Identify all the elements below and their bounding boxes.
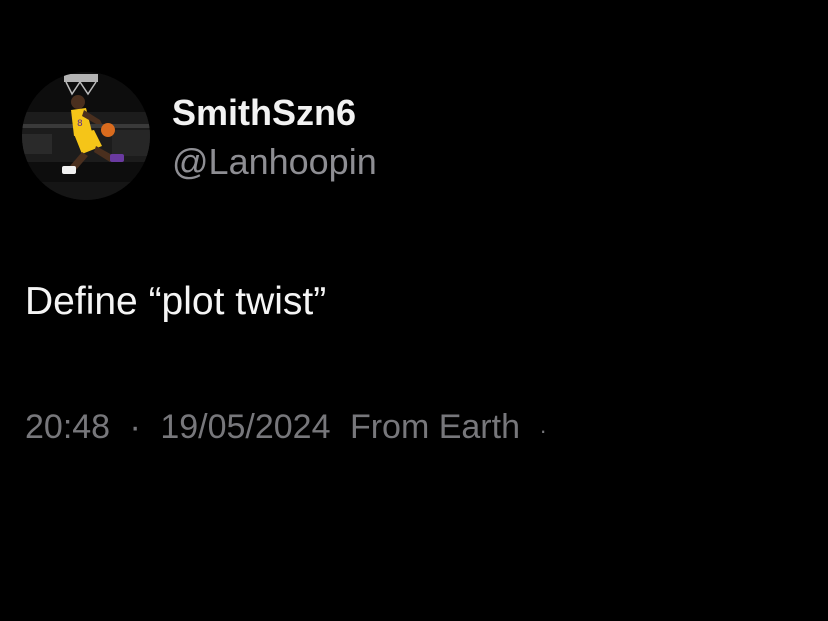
tweet-text: Define “plot twist” [25, 280, 327, 323]
author-display-name[interactable]: SmithSzn6 [172, 92, 356, 134]
svg-text:8: 8 [77, 119, 83, 129]
author-avatar[interactable]: 8 [22, 72, 150, 200]
tweet-time[interactable]: 20:48 [25, 406, 110, 448]
tweet-source: From Earth [349, 408, 520, 446]
author-handle[interactable]: @Lanhoopin [172, 141, 377, 183]
basketball-player-avatar-icon: 8 [22, 72, 150, 200]
meta-separator: · [129, 408, 141, 446]
tweet-date[interactable]: 19/05/2024 [160, 406, 330, 448]
meta-trailing-separator: · [539, 418, 547, 443]
tweet-meta: 20:48 · 19/05/2024 From Earth · [25, 406, 547, 452]
tweet-card: 8 SmithSzn6 @Lanhoopin Define “plot twis… [0, 0, 828, 621]
